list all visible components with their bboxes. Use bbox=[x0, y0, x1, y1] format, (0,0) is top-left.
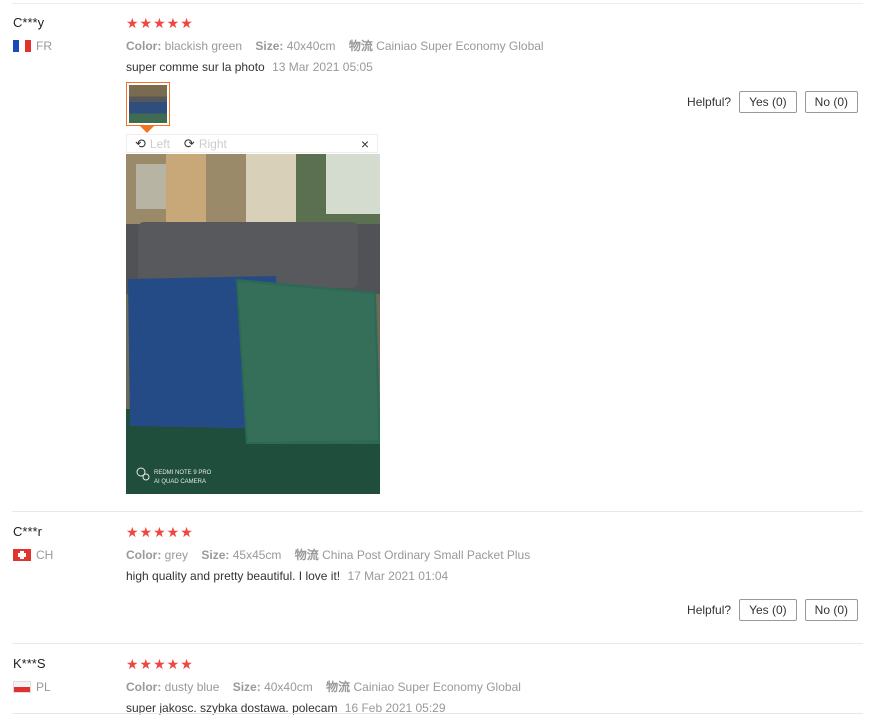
rotate-right-button[interactable]: Right bbox=[199, 137, 227, 151]
shipping-label: 物流 bbox=[294, 548, 319, 562]
thumbnail-image bbox=[129, 85, 167, 123]
review-body: super comme sur la photo bbox=[126, 60, 265, 74]
star-rating: ★★★★★ bbox=[126, 656, 194, 672]
reviewer-country: FR bbox=[13, 39, 52, 53]
color-label: Color: bbox=[126, 39, 162, 53]
review-divider bbox=[12, 713, 863, 714]
size-value: 40x40cm bbox=[264, 680, 313, 694]
rotate-left-button[interactable]: Left bbox=[150, 137, 170, 151]
color-value: dusty blue bbox=[164, 680, 220, 694]
close-icon[interactable]: × bbox=[361, 136, 369, 152]
shipping-label: 物流 bbox=[326, 680, 351, 694]
switzerland-flag-icon bbox=[13, 549, 31, 561]
helpful-label: Helpful? bbox=[687, 603, 732, 617]
color-value: blackish green bbox=[164, 39, 243, 53]
review-photo-thumbnail[interactable] bbox=[126, 82, 170, 126]
size-value: 40x40cm bbox=[286, 39, 336, 53]
helpful-row: Helpful? Yes (0) No (0) bbox=[687, 599, 858, 621]
rotate-left-icon[interactable]: ⟲ bbox=[135, 136, 146, 152]
helpful-yes-button[interactable]: Yes (0) bbox=[739, 91, 797, 113]
review-body: high quality and pretty beautiful. I lov… bbox=[126, 569, 341, 583]
size-value: 45x45cm bbox=[232, 548, 282, 562]
size-label: Size: bbox=[255, 39, 284, 53]
photo-caption-line1: REDMI NOTE 9 PRO bbox=[154, 470, 212, 476]
color-label: Color: bbox=[126, 680, 162, 694]
thumbnail-pointer bbox=[140, 126, 154, 133]
helpful-yes-button[interactable]: Yes (0) bbox=[739, 599, 797, 621]
photo-viewer-toolbar: ⟲ Left ⟳ Right × bbox=[126, 134, 378, 153]
shipping-label: 物流 bbox=[348, 39, 373, 53]
sku-info: Color: dusty blue Size: 40x40cm 物流 Caini… bbox=[126, 678, 531, 695]
country-code: PL bbox=[36, 680, 51, 694]
size-label: Size: bbox=[232, 680, 261, 694]
helpful-no-button[interactable]: No (0) bbox=[804, 91, 858, 113]
shipping-value: China Post Ordinary Small Packet Plus bbox=[322, 548, 531, 562]
reviewer-name: C***y bbox=[13, 15, 45, 30]
reviewer-country: CH bbox=[13, 548, 53, 562]
review-divider bbox=[12, 643, 863, 644]
color-value: grey bbox=[164, 548, 189, 562]
country-code: FR bbox=[36, 39, 52, 53]
france-flag-icon bbox=[13, 40, 31, 52]
sku-info: Color: grey Size: 45x45cm 物流 China Post … bbox=[126, 546, 540, 563]
shipping-value: Cainiao Super Economy Global bbox=[353, 680, 521, 694]
review-divider bbox=[12, 511, 863, 512]
helpful-no-button[interactable]: No (0) bbox=[804, 599, 858, 621]
review-date: 13 Mar 2021 05:05 bbox=[272, 60, 373, 74]
star-rating: ★★★★★ bbox=[126, 15, 194, 31]
reviewer-name: C***r bbox=[13, 524, 42, 539]
country-code: CH bbox=[36, 548, 54, 562]
reviewer-country: PL bbox=[13, 680, 51, 694]
star-rating: ★★★★★ bbox=[126, 524, 194, 540]
review-text: super comme sur la photo 13 Mar 2021 05:… bbox=[126, 60, 373, 74]
shipping-value: Cainiao Super Economy Global bbox=[376, 39, 544, 53]
top-divider bbox=[12, 3, 863, 4]
size-label: Size: bbox=[201, 548, 230, 562]
review-text: high quality and pretty beautiful. I lov… bbox=[126, 569, 448, 583]
color-label: Color: bbox=[126, 548, 162, 562]
rotate-right-icon[interactable]: ⟳ bbox=[184, 136, 195, 152]
poland-flag-icon bbox=[13, 681, 31, 693]
helpful-row: Helpful? Yes (0) No (0) bbox=[687, 91, 858, 113]
helpful-label: Helpful? bbox=[687, 95, 732, 109]
review-photo-large: REDMI NOTE 9 PRO AI QUAD CAMERA bbox=[126, 154, 380, 494]
reviewer-name: K***S bbox=[13, 656, 46, 671]
photo-caption-line2: AI QUAD CAMERA bbox=[154, 479, 206, 485]
sku-info: Color: blackish green Size: 40x40cm 物流 C… bbox=[126, 37, 554, 54]
review-date: 17 Mar 2021 01:04 bbox=[347, 569, 449, 583]
